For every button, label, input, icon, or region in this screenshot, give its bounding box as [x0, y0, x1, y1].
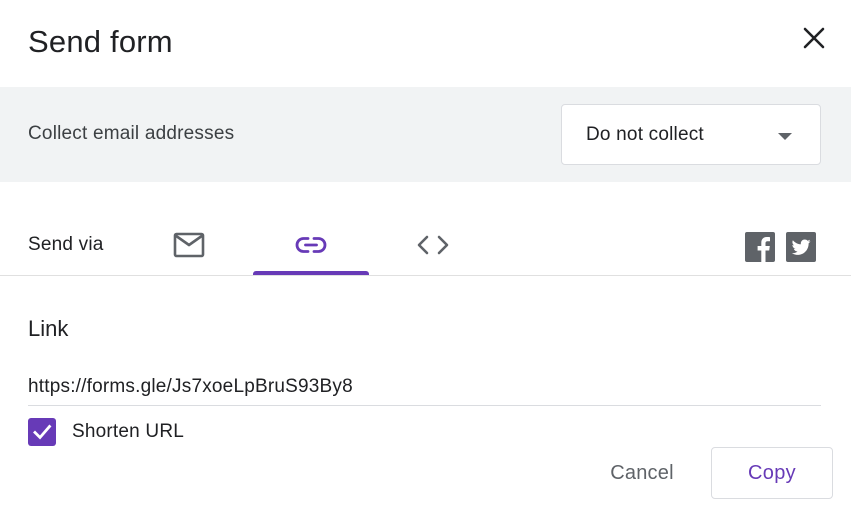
dropdown-arrow-icon: [778, 133, 792, 140]
form-link-field[interactable]: [28, 368, 821, 406]
dialog-title: Send form: [28, 24, 173, 59]
link-section-title: Link: [28, 316, 69, 341]
collect-email-select[interactable]: Do not collect: [561, 104, 821, 165]
embed-code-icon: [417, 235, 449, 255]
send-form-dialog: Send form Collect email addresses Do not…: [0, 0, 851, 520]
copy-button[interactable]: Copy: [711, 447, 833, 499]
checkmark-icon: [33, 424, 52, 440]
facebook-icon: [745, 232, 775, 262]
close-button[interactable]: [796, 20, 832, 56]
tab-email[interactable]: [131, 214, 247, 276]
shorten-url-checkbox[interactable]: [28, 418, 56, 446]
send-via-label: Send via: [28, 234, 104, 255]
cancel-button[interactable]: Cancel: [588, 448, 696, 498]
close-icon: [803, 27, 825, 49]
twitter-share-button[interactable]: [786, 232, 816, 262]
twitter-icon: [786, 232, 816, 262]
collect-email-label: Collect email addresses: [28, 123, 235, 144]
shorten-url-label[interactable]: Shorten URL: [72, 421, 184, 443]
tabs-divider: [0, 275, 851, 276]
tab-link[interactable]: [253, 214, 369, 276]
tab-embed[interactable]: [375, 214, 491, 276]
collect-email-section: Collect email addresses Do not collect: [0, 87, 851, 182]
facebook-share-button[interactable]: [745, 232, 775, 262]
link-icon: [295, 237, 327, 253]
collect-email-selected-value: Do not collect: [586, 124, 704, 145]
email-icon: [173, 232, 205, 258]
